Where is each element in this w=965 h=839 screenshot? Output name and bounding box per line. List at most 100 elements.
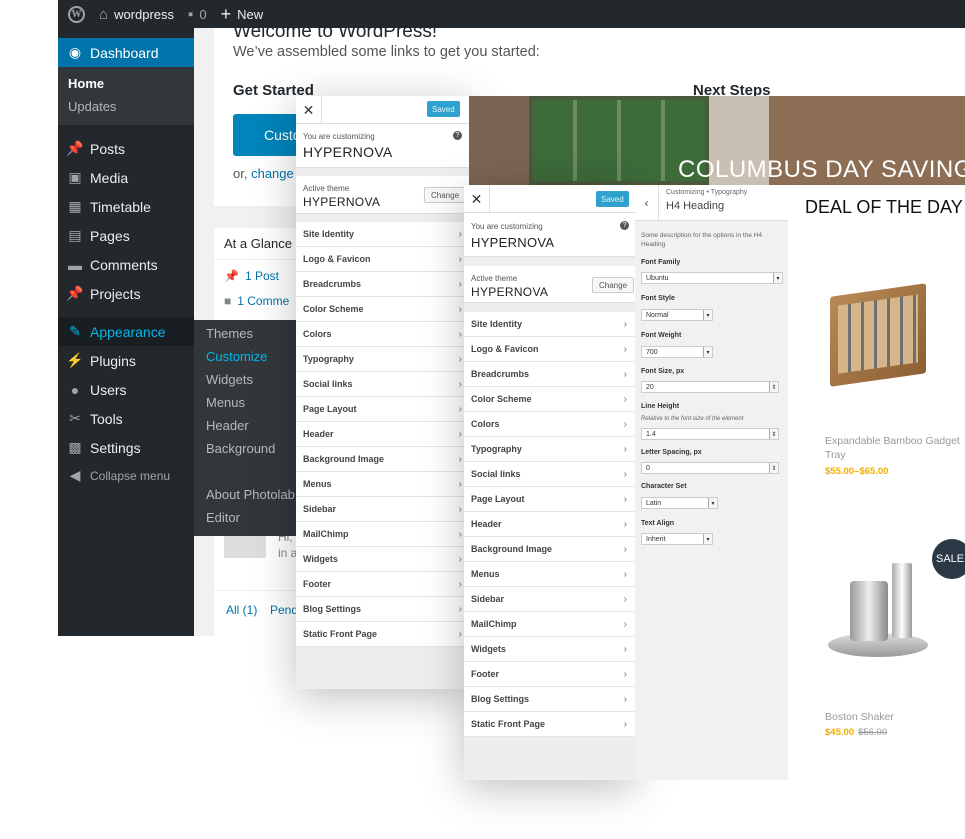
section-site-identity[interactable]: Site Identity › xyxy=(296,222,470,247)
change-theme-button[interactable]: Change xyxy=(592,277,635,293)
line-height-input[interactable]: 1.4 ⇕ xyxy=(641,428,779,440)
product2-name[interactable]: Boston Shaker xyxy=(825,711,894,723)
menu-dashboard[interactable]: ◉ Dashboard xyxy=(58,38,194,67)
back-arrow-icon[interactable]: ‹ xyxy=(635,185,659,221)
section-menus[interactable]: Menus › xyxy=(296,472,470,497)
menu-plugins[interactable]: ⚡ Plugins xyxy=(58,346,194,375)
section-sidebar[interactable]: Sidebar › xyxy=(296,497,470,522)
section-widgets[interactable]: Widgets › xyxy=(296,547,470,572)
text-align-select[interactable]: Inherit ▾ xyxy=(641,533,713,545)
close-icon[interactable]: ✕ xyxy=(464,185,490,213)
section-colors[interactable]: Colors › xyxy=(464,412,635,437)
section-breadcrumbs[interactable]: Breadcrumbs › xyxy=(464,362,635,387)
menu-media[interactable]: ▣ Media xyxy=(58,163,194,192)
new-content-button[interactable]: + New xyxy=(221,4,264,25)
customizing-info: You are customizing HYPERNOVA ? xyxy=(464,213,635,257)
help-icon[interactable]: ? xyxy=(453,131,462,140)
section-label: Colors xyxy=(303,329,332,339)
menu-tools[interactable]: ✂ Tools xyxy=(58,404,194,433)
product1-name[interactable]: Expandable Bamboo Gadget Tray xyxy=(825,434,965,462)
section-static-front-page[interactable]: Static Front Page › xyxy=(464,712,635,737)
section-social-links[interactable]: Social links › xyxy=(464,462,635,487)
font-style-select[interactable]: Normal ▾ xyxy=(641,309,713,321)
section-colors[interactable]: Colors › xyxy=(296,322,470,347)
section-color-scheme[interactable]: Color Scheme › xyxy=(296,297,470,322)
submenu-home[interactable]: Home xyxy=(68,76,104,91)
section-blog-settings[interactable]: Blog Settings › xyxy=(296,597,470,622)
section-sidebar[interactable]: Sidebar › xyxy=(464,587,635,612)
saved-button[interactable]: Saved xyxy=(596,191,629,207)
section-mailchimp[interactable]: MailChimp › xyxy=(296,522,470,547)
submenu-widgets[interactable]: Widgets xyxy=(206,372,253,387)
submenu-header[interactable]: Header xyxy=(206,418,249,433)
charset-select[interactable]: Latin ▾ xyxy=(641,497,718,509)
submenu-themes[interactable]: Themes xyxy=(206,326,253,341)
plugin-icon: ⚡ xyxy=(66,352,84,368)
saved-button[interactable]: Saved xyxy=(427,101,460,117)
section-blog-settings[interactable]: Blog Settings › xyxy=(464,687,635,712)
all-comments-link[interactable]: All (1) xyxy=(226,603,257,617)
section-page-layout[interactable]: Page Layout › xyxy=(296,397,470,422)
pending-comments-link[interactable]: Pend xyxy=(270,603,298,617)
submenu-about-photolab[interactable]: About Photolab xyxy=(206,487,295,502)
active-theme-name: HYPERNOVA xyxy=(471,285,549,299)
font-family-select[interactable]: Ubuntu ▾ xyxy=(641,272,783,284)
chevron-right-icon: › xyxy=(623,718,627,730)
help-icon[interactable]: ? xyxy=(620,221,629,230)
section-menus[interactable]: Menus › xyxy=(464,562,635,587)
section-site-identity[interactable]: Site Identity › xyxy=(464,312,635,337)
customizing-info: You are customizing HYPERNOVA ? xyxy=(296,124,470,168)
submenu-menus[interactable]: Menus xyxy=(206,395,245,410)
chevron-right-icon: › xyxy=(623,368,627,380)
menu-comments[interactable]: ▬ Comments xyxy=(58,250,194,279)
section-background-image[interactable]: Background Image › xyxy=(296,447,470,472)
glance-comments-link[interactable]: ■ 1 Comme xyxy=(224,294,289,308)
font-size-input[interactable]: 20 ⇕ xyxy=(641,381,779,393)
font-weight-select[interactable]: 700 ▾ xyxy=(641,346,713,358)
section-widgets[interactable]: Widgets › xyxy=(464,637,635,662)
wp-logo-button[interactable]: W xyxy=(68,5,85,23)
menu-pages[interactable]: ▤ Pages xyxy=(58,221,194,250)
menu-projects[interactable]: 📌 Projects xyxy=(58,279,194,308)
submenu-updates[interactable]: Updates xyxy=(68,99,116,114)
glance-posts-link[interactable]: 📌 1 Post xyxy=(224,269,279,283)
section-background-image[interactable]: Background Image › xyxy=(464,537,635,562)
menu-settings[interactable]: ▩ Settings xyxy=(58,433,194,462)
product2-image[interactable] xyxy=(828,563,928,663)
site-name-link[interactable]: ⌂ wordpress xyxy=(99,6,174,23)
menu-posts[interactable]: 📌 Posts xyxy=(58,134,194,163)
close-icon[interactable]: ✕ xyxy=(296,96,322,124)
submenu-editor[interactable]: Editor xyxy=(206,510,240,525)
menu-collapse[interactable]: ◀ Collapse menu xyxy=(58,461,194,490)
section-logo-favicon[interactable]: Logo & Favicon › xyxy=(296,247,470,272)
product1-image[interactable] xyxy=(830,283,926,387)
chevron-right-icon: › xyxy=(458,603,462,615)
section-footer[interactable]: Footer › xyxy=(296,572,470,597)
submenu-background[interactable]: Background xyxy=(206,441,275,456)
section-color-scheme[interactable]: Color Scheme › xyxy=(464,387,635,412)
section-logo-favicon[interactable]: Logo & Favicon › xyxy=(464,337,635,362)
menu-users[interactable]: ● Users xyxy=(58,375,194,404)
section-label: Static Front Page xyxy=(471,719,546,729)
menu-timetable[interactable]: ▦ Timetable xyxy=(58,192,194,221)
section-header[interactable]: Header › xyxy=(296,422,470,447)
section-label: Blog Settings xyxy=(303,604,361,614)
section-footer[interactable]: Footer › xyxy=(464,662,635,687)
section-header[interactable]: Header › xyxy=(464,512,635,537)
comments-link[interactable]: ▪ 0 xyxy=(188,6,207,23)
section-typography[interactable]: Typography › xyxy=(296,347,470,372)
letter-spacing-input[interactable]: 0 ⇕ xyxy=(641,462,779,474)
section-mailchimp[interactable]: MailChimp › xyxy=(464,612,635,637)
stepper-icon[interactable]: ⇕ xyxy=(769,382,778,392)
section-typography[interactable]: Typography › xyxy=(464,437,635,462)
menu-comments-label: Comments xyxy=(90,256,158,273)
section-breadcrumbs[interactable]: Breadcrumbs › xyxy=(296,272,470,297)
section-static-front-page[interactable]: Static Front Page › xyxy=(296,622,470,647)
stepper-icon[interactable]: ⇕ xyxy=(769,463,778,473)
menu-appearance[interactable]: ✎ Appearance xyxy=(58,317,194,346)
section-social-links[interactable]: Social links › xyxy=(296,372,470,397)
change-theme-button[interactable]: Change xyxy=(424,187,467,203)
submenu-customize[interactable]: Customize xyxy=(206,349,267,364)
section-page-layout[interactable]: Page Layout › xyxy=(464,487,635,512)
stepper-icon[interactable]: ⇕ xyxy=(769,429,778,439)
